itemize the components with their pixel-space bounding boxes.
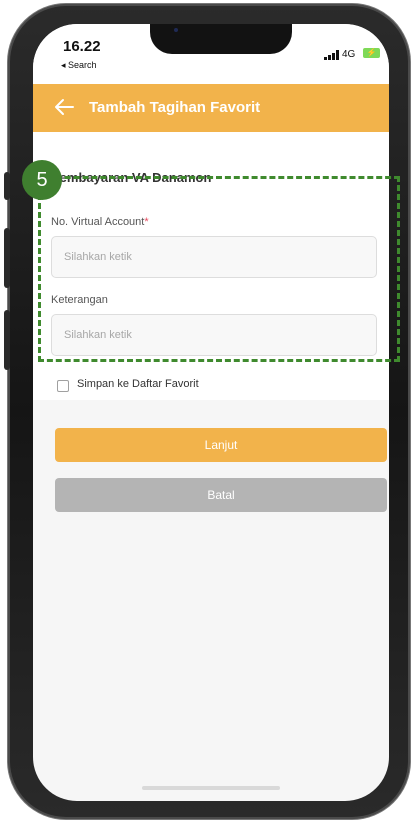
- continue-button[interactable]: Lanjut: [55, 428, 387, 462]
- arrow-left-icon[interactable]: [53, 96, 75, 118]
- battery-charging-icon: ⚡: [363, 48, 380, 58]
- camera-icon: [174, 28, 178, 32]
- back-to-search-link[interactable]: ◂ Search: [61, 60, 97, 71]
- signal-bars-icon: [324, 50, 339, 60]
- virtual-account-label-text: No. Virtual Account: [51, 216, 145, 228]
- phone-volume-up-button: [4, 228, 10, 288]
- status-time: 16.22: [63, 38, 101, 55]
- description-field[interactable]: [51, 314, 377, 356]
- virtual-account-field[interactable]: [51, 236, 377, 278]
- phone-volume-down-button: [4, 310, 10, 370]
- phone-notch: [150, 24, 292, 54]
- phone-screen: 16.22 ◂ Search 4G ⚡ Tambah Tagihan Favor…: [33, 24, 389, 801]
- step-badge: 5: [22, 160, 62, 200]
- page-title: Tambah Tagihan Favorit: [89, 99, 261, 116]
- cancel-button[interactable]: Batal: [55, 478, 387, 512]
- save-favorite-label[interactable]: Simpan ke Daftar Favorit: [77, 378, 199, 390]
- virtual-account-label: No. Virtual Account*: [51, 216, 149, 228]
- form-card: Pembayaran VA Danamon No. Virtual Accoun…: [33, 132, 389, 400]
- home-indicator: [142, 786, 280, 790]
- description-input[interactable]: [52, 315, 376, 355]
- required-mark: *: [144, 216, 149, 228]
- network-label: 4G: [342, 49, 356, 60]
- description-label: Keterangan: [51, 294, 108, 306]
- virtual-account-input[interactable]: [52, 237, 376, 277]
- save-favorite-checkbox[interactable]: [57, 380, 69, 392]
- section-title: Pembayaran VA Danamon: [51, 170, 212, 185]
- app-header: Tambah Tagihan Favorit: [33, 84, 389, 132]
- phone-mute-button: [4, 172, 10, 200]
